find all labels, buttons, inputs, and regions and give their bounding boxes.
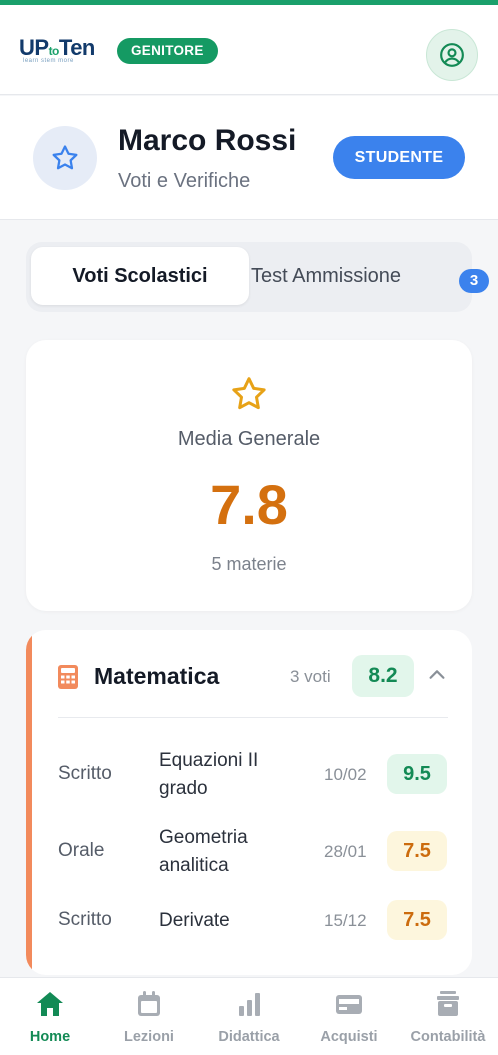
calculator-icon [58,665,78,689]
nav-label-home: Home [29,1029,71,1045]
app-header: UPtoTen learn stem more GENITORE [0,5,498,95]
logo-up: UP [19,35,49,60]
subject-accent-bar [26,630,32,975]
credit-card-icon [336,995,362,1014]
nav-item-contabilita[interactable]: Contabilità [398,978,498,1055]
subject-average-badge: 8.2 [352,655,414,697]
nav-item-home[interactable]: Home [0,978,100,1055]
nav-label-acquisti: Acquisti [320,1029,378,1045]
nav-label-didattica: Didattica [218,1029,280,1045]
nav-item-lezioni[interactable]: Lezioni [99,978,199,1055]
grade-type: Orale [58,840,105,861]
grade-date: 10/02 [324,765,367,784]
average-value: 7.8 [210,473,288,536]
grade-value: 7.5 [387,831,447,871]
logo-ten: Ten [58,35,95,60]
grade-row: Scritto Derivate 15/12 7.5 [58,891,448,951]
bar-chart-icon [239,993,260,1016]
grade-row: Orale Geometria analitica 28/01 7.5 [58,822,448,882]
subject-name: Matematica [94,663,220,689]
student-name: Marco Rossi [118,124,297,157]
grade-description: Equazioni II grado [159,750,259,799]
profile-button[interactable] [426,29,478,81]
nav-label-lezioni: Lezioni [124,1029,174,1045]
grade-value: 7.5 [387,900,447,940]
chevron-up-icon[interactable] [426,664,448,686]
tab-test-ammissione-label: Test Ammissione [251,265,402,287]
star-outline-icon [232,377,266,410]
tab-count-badge: 3 [459,269,489,293]
nav-item-didattica[interactable]: Didattica [199,978,299,1055]
subject-card-matematica[interactable]: Matematica 3 voti 8.2 Scritto Equazioni … [26,630,472,975]
grade-row: Scritto Equazioni II grado 10/02 9.5 [58,745,448,805]
student-badge: STUDENTE [333,136,465,179]
nav-item-acquisti[interactable]: Acquisti [299,978,399,1055]
upto-ten-logo[interactable]: UPtoTen learn stem more [19,35,105,69]
star-icon [52,145,78,170]
logo-to: to [48,44,60,58]
home-icon [37,992,63,1016]
average-label: Media Generale [177,428,321,450]
student-avatar [33,126,97,190]
user-circle-icon [440,43,464,67]
student-subtitle: Voti e Verifiche [118,170,251,192]
grade-value: 9.5 [387,754,447,794]
archive-icon [437,991,459,1016]
bottom-nav: Home Lezioni Didattica Acquisti Contabil… [0,977,498,1055]
subjects-count: 5 materie [211,554,287,574]
student-card: Marco Rossi Voti e Verifiche STUDENTE [0,96,498,220]
role-badge: GENITORE [117,38,218,64]
grade-date: 15/12 [324,911,367,930]
grade-date: 28/01 [324,842,367,861]
grade-type: Scritto [58,763,112,784]
tab-voti-scolastici[interactable]: Voti Scolastici [31,247,249,305]
grade-type: Scritto [58,909,112,930]
tabs: Voti Scolastici Test Ammissione 3 [26,242,489,312]
grade-description: Derivate [159,910,230,931]
average-card: Media Generale 7.8 5 materie [26,340,472,611]
tab-test-ammissione[interactable]: Test Ammissione 3 [251,247,489,305]
divider [58,717,448,718]
subject-grade-count: 3 voti [290,667,331,686]
nav-label-contabilita: Contabilità [410,1029,486,1045]
grade-description: Geometria analitica [159,827,248,876]
calendar-icon [138,991,160,1016]
